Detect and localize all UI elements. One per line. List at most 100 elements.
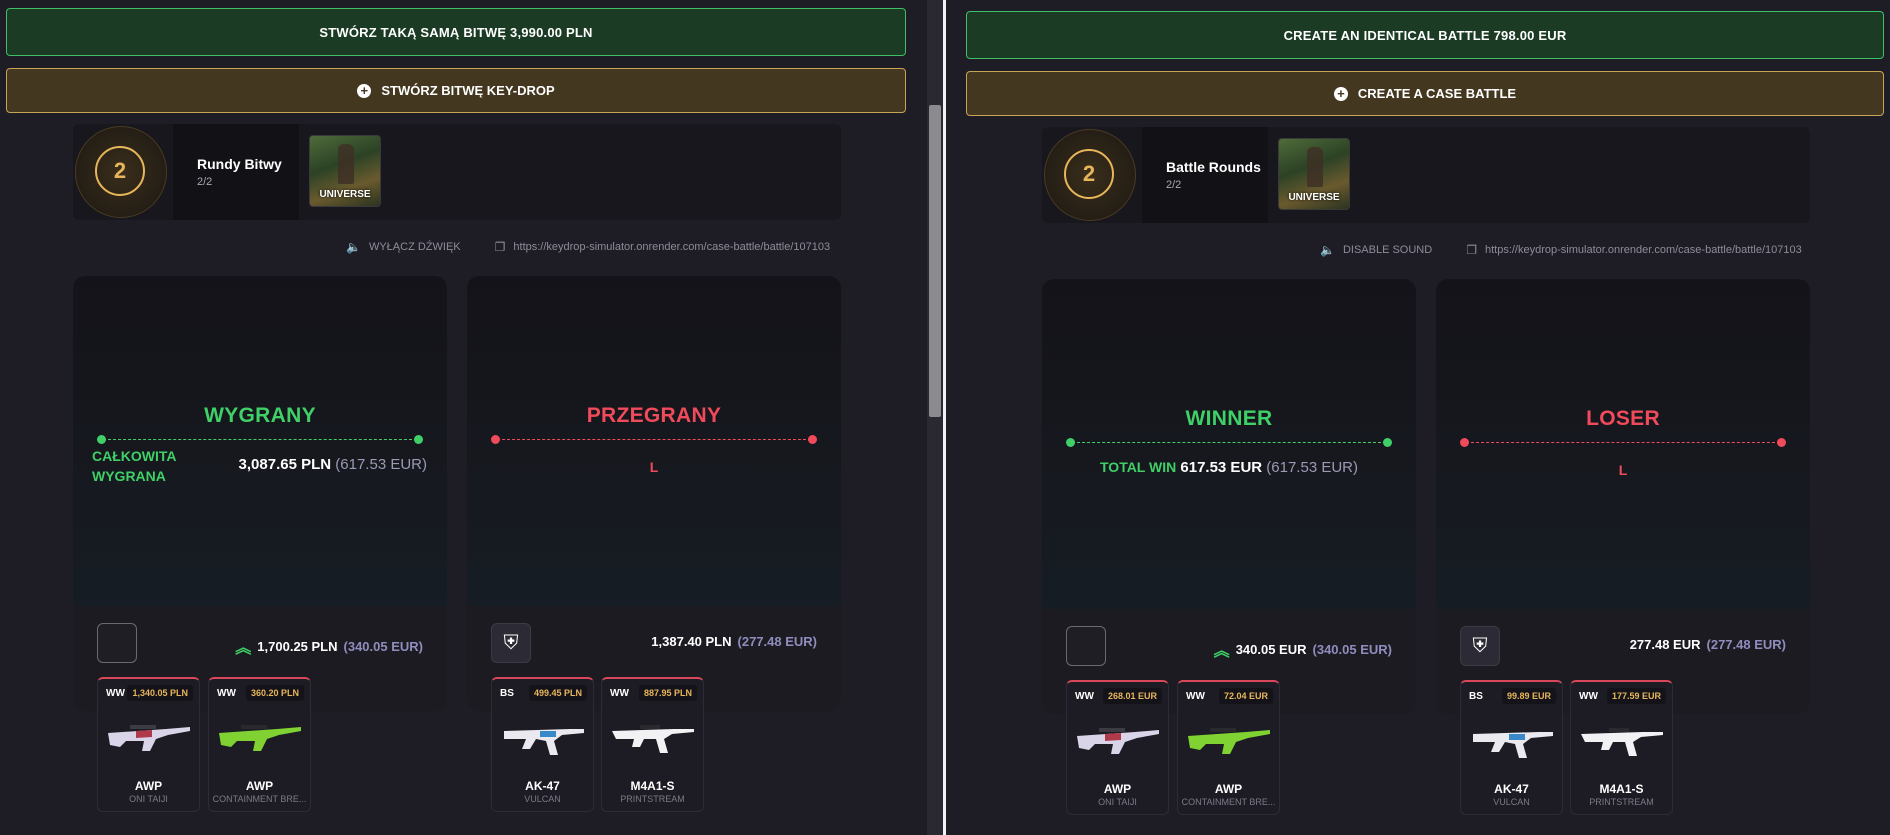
lose-divider <box>1460 438 1786 447</box>
item-weapon: AK-47 <box>525 779 560 793</box>
sum-main: 277.48 EUR <box>1629 637 1701 652</box>
plus-circle-icon: + <box>1333 86 1348 101</box>
item-card[interactable]: WW 268.01 EUR AWP ONI TAIJI <box>1066 680 1169 815</box>
create-battle-label: CREATE A CASE BATTLE <box>1357 86 1517 101</box>
awp-rifle-icon <box>1188 728 1270 754</box>
total-win-eur: (617.53 EUR) <box>335 456 427 473</box>
sound-toggle[interactable]: DISABLE SOUND <box>1343 244 1432 256</box>
avatar[interactable]: ⛨ <box>1460 626 1500 666</box>
item-weapon: AWP <box>1214 782 1243 796</box>
sound-toggle[interactable]: WYŁĄCZ DŹWIĘK <box>369 241 461 253</box>
create-same-battle-label: CREATE AN IDENTICAL BATTLE 798.00 EUR <box>1283 27 1567 43</box>
item-skin: CONTAINMENT BRE... <box>212 794 307 804</box>
battle-rounds-bar: 2 Battle Rounds 2/2 UNIVERSE <box>1042 127 1810 223</box>
sum-eur: (340.05 EUR) <box>1312 641 1392 657</box>
item-price: 177.59 EUR <box>1606 688 1666 704</box>
item-skin: PRINTSTREAM <box>620 794 685 804</box>
m4a1s-rifle-icon <box>612 725 694 753</box>
ak47-rifle-icon <box>504 729 584 755</box>
total-win-value: 3,087.65 PLN (617.53 EUR) <box>239 456 427 473</box>
status-label: PRZEGRANY <box>586 404 722 427</box>
item-weapon: M4A1-S <box>1599 782 1644 796</box>
item-card[interactable]: BS 499.45 PLN AK-47 VULCAN <box>491 677 594 812</box>
item-condition: BS <box>500 688 514 699</box>
create-battle-button[interactable]: + STWÓRZ BITWĘ KEY-DROP <box>6 68 906 113</box>
lose-divider <box>491 435 817 444</box>
item-condition: WW <box>1186 691 1205 702</box>
ak47-rifle-icon <box>1473 732 1553 758</box>
speaker-icon[interactable]: 🔈 <box>346 240 361 254</box>
item-skin: ONI TAIJI <box>1098 797 1137 807</box>
create-same-battle-button[interactable]: STWÓRZ TAKĄ SAMĄ BITWĘ 3,990.00 PLN <box>6 8 906 56</box>
item-weapon: AWP <box>245 779 274 793</box>
awp-rifle-icon <box>108 725 190 751</box>
item-card[interactable]: WW 887.95 PLN M4A1-S PRINTSTREAM <box>601 677 704 812</box>
case-thumbnail[interactable]: UNIVERSE <box>309 135 381 207</box>
total-win-main: 3,087.65 PLN <box>238 456 332 473</box>
copy-icon[interactable]: ❐ <box>495 240 506 254</box>
battle-meta-row: 🔈 WYŁĄCZ DŹWIĘK ❐ https://keydrop-simula… <box>346 237 830 257</box>
item-condition: WW <box>1075 691 1094 702</box>
rounds-progress: 2/2 <box>1166 179 1182 191</box>
status-label: LOSER <box>1586 407 1660 430</box>
item-card[interactable]: WW 72.04 EUR AWP CONTAINMENT BRE... <box>1177 680 1280 815</box>
item-condition: WW <box>610 688 629 699</box>
battle-rounds-bar: 2 Rundy Bitwy 2/2 UNIVERSE <box>73 124 841 220</box>
item-price: 887.95 PLN <box>638 685 697 701</box>
item-skin: VULCAN <box>524 794 561 804</box>
item-weapon: M4A1-S <box>630 779 675 793</box>
total-win-label: TOTAL WIN <box>1100 459 1177 475</box>
item-weapon: AWP <box>134 779 163 793</box>
item-skin: CONTAINMENT BRE... <box>1181 797 1276 807</box>
item-card[interactable]: WW 360.20 PLN AWP CONTAINMENT BRE... <box>208 677 311 812</box>
item-card[interactable]: WW 1,340.05 PLN AWP ONI TAIJI <box>97 677 200 812</box>
item-weapon: AWP <box>1103 782 1132 796</box>
double-chevron-up-icon: ︽ <box>1213 643 1230 660</box>
battle-url[interactable]: https://keydrop-simulator.onrender.com/c… <box>513 241 830 253</box>
item-price: 99.89 EUR <box>1501 688 1556 704</box>
sum-main: 1,387.40 PLN <box>651 634 732 649</box>
create-battle-label: STWÓRZ BITWĘ KEY-DROP <box>381 83 555 98</box>
rounds-title: Battle Rounds <box>1166 159 1261 175</box>
copy-icon[interactable]: ❐ <box>1466 243 1477 257</box>
item-skin: PRINTSTREAM <box>1589 797 1654 807</box>
player-card-winner: WINNER TOTAL WIN 617.53 EUR (617.53 EUR)… <box>1042 279 1416 714</box>
player-sum: 1,387.40 PLN (277.48 EUR) <box>651 634 817 649</box>
plus-circle-icon: + <box>357 83 372 98</box>
speaker-icon[interactable]: 🔈 <box>1320 243 1335 257</box>
double-chevron-up-icon: ︽ <box>235 640 252 657</box>
player-card-loser: LOSER L ⛨ 277.48 EUR (277.48 EUR) <box>1436 279 1810 714</box>
item-skin: VULCAN <box>1493 797 1530 807</box>
create-same-battle-button[interactable]: CREATE AN IDENTICAL BATTLE 798.00 EUR <box>966 11 1884 59</box>
item-price: 1,340.05 PLN <box>127 685 193 701</box>
battle-url[interactable]: https://keydrop-simulator.onrender.com/c… <box>1485 244 1802 256</box>
win-divider <box>97 435 423 444</box>
item-condition: WW <box>1579 691 1598 702</box>
total-win-label: CAŁKOWITA WYGRANA <box>92 448 176 484</box>
avatar[interactable]: ⛨ <box>491 623 531 663</box>
avatar[interactable] <box>97 623 137 663</box>
scrollbar-thumb[interactable] <box>929 105 941 417</box>
case-name: UNIVERSE <box>1288 192 1340 203</box>
awp-rifle-icon <box>219 725 301 751</box>
m4a1s-rifle-icon <box>1581 728 1663 756</box>
avatar[interactable] <box>1066 626 1106 666</box>
player-sum: 277.48 EUR (277.48 EUR) <box>1630 637 1786 652</box>
loser-total: L <box>649 459 659 475</box>
item-card[interactable]: BS 99.89 EUR AK-47 VULCAN <box>1460 680 1563 815</box>
player-sum: ︽ 1,700.25 PLN (340.05 EUR) <box>235 634 423 658</box>
total-win-eur: (617.53 EUR) <box>1266 459 1358 476</box>
battle-meta-row: 🔈 DISABLE SOUND ❐ https://keydrop-simula… <box>1320 240 1802 260</box>
rounds-count: 2 <box>1064 149 1114 199</box>
win-divider <box>1066 438 1392 447</box>
rounds-count: 2 <box>95 146 145 196</box>
player-sum: ︽ 340.05 EUR (340.05 EUR) <box>1214 637 1392 661</box>
item-weapon: AK-47 <box>1494 782 1529 796</box>
loser-total: L <box>1618 462 1628 478</box>
item-condition: WW <box>106 688 125 699</box>
case-thumbnail[interactable]: UNIVERSE <box>1278 138 1350 210</box>
create-battle-button[interactable]: + CREATE A CASE BATTLE <box>966 71 1884 116</box>
item-card[interactable]: WW 177.59 EUR M4A1-S PRINTSTREAM <box>1570 680 1673 815</box>
sum-eur: (277.48 EUR) <box>1706 637 1786 652</box>
item-price: 268.01 EUR <box>1102 688 1162 704</box>
